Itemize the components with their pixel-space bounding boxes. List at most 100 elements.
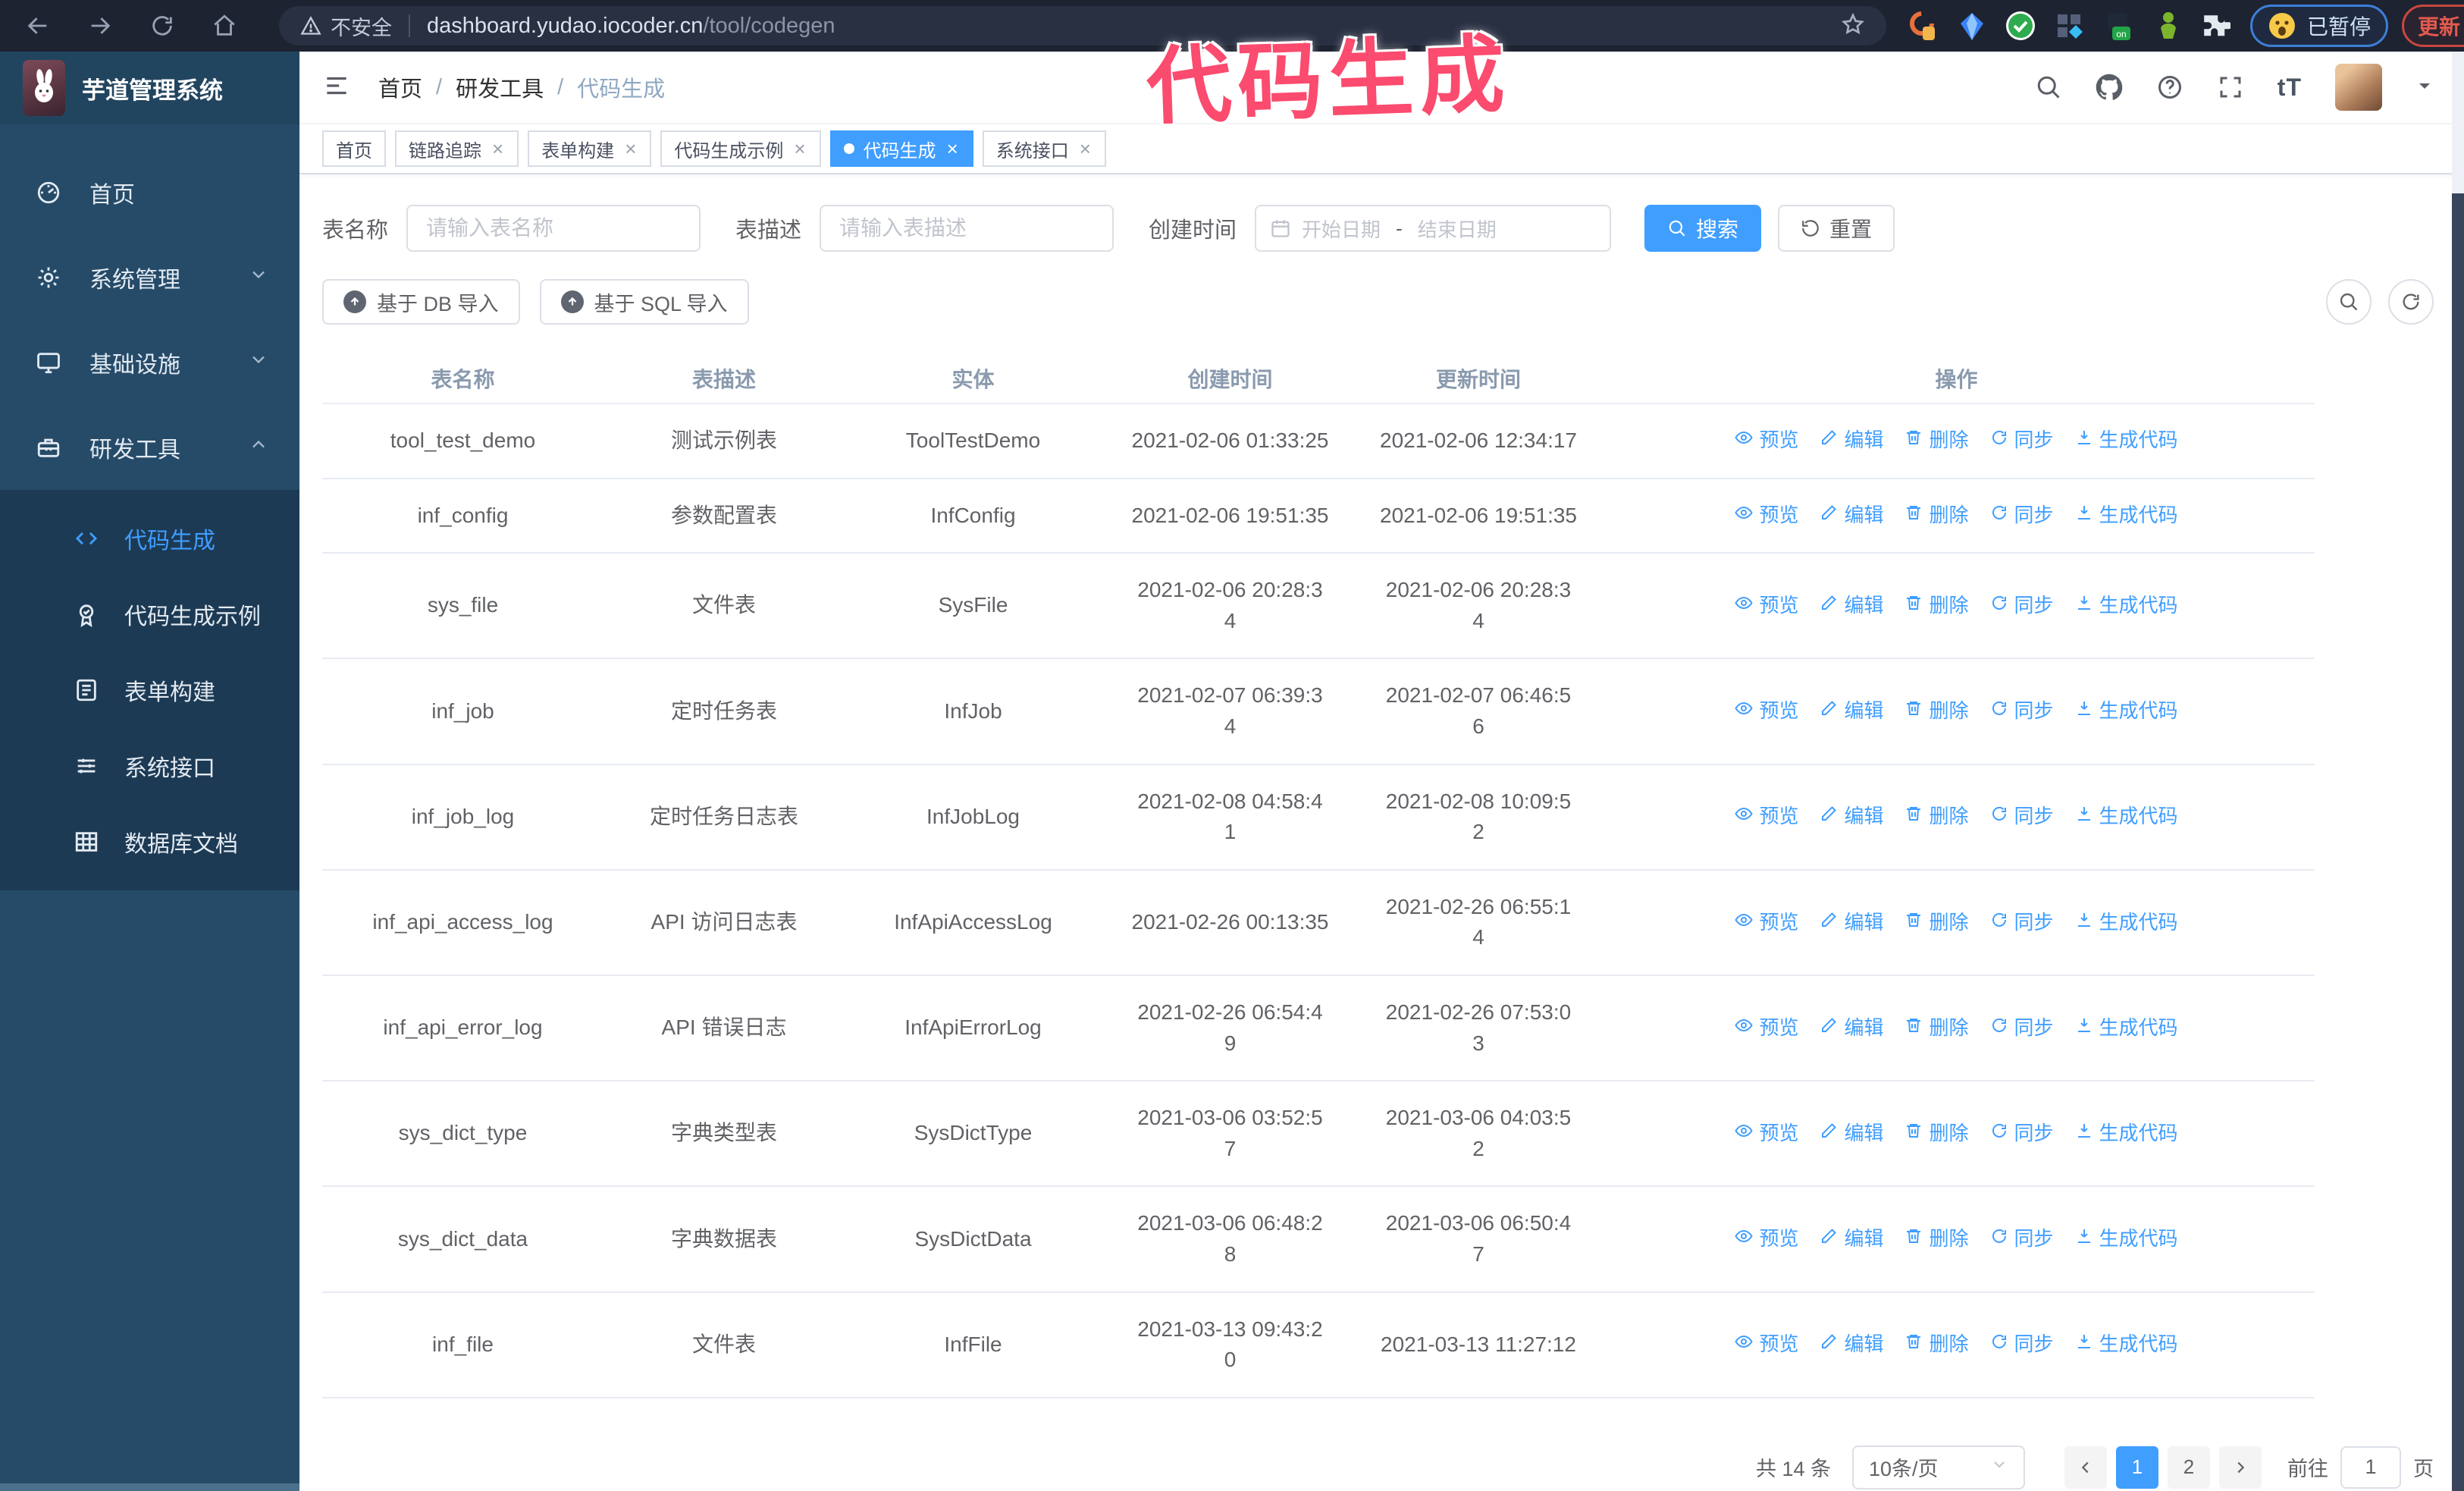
import-db-button[interactable]: 基于 DB 导入 bbox=[322, 279, 520, 325]
page-button[interactable]: 1 bbox=[2116, 1445, 2158, 1489]
ext-gem-icon[interactable] bbox=[1956, 10, 1988, 42]
action-delete-link[interactable]: 删除 bbox=[1904, 1014, 1969, 1043]
action-delete-link[interactable]: 删除 bbox=[1904, 1119, 1969, 1148]
not-secure-warning[interactable]: 不安全 bbox=[300, 11, 392, 41]
action-eye-link[interactable]: 预览 bbox=[1735, 426, 1798, 455]
action-download-link[interactable]: 生成代码 bbox=[2075, 592, 2178, 620]
action-delete-link[interactable]: 删除 bbox=[1904, 909, 1969, 937]
sidebar-subitem[interactable]: 表单构建 bbox=[0, 652, 299, 728]
sidebar-subitem[interactable]: 代码生成示例 bbox=[0, 576, 299, 652]
action-edit-link[interactable]: 编辑 bbox=[1820, 1225, 1883, 1254]
action-delete-link[interactable]: 删除 bbox=[1904, 1225, 1969, 1254]
reset-button[interactable]: 重置 bbox=[1778, 205, 1895, 252]
search-icon[interactable] bbox=[2035, 74, 2062, 101]
fullscreen-icon[interactable] bbox=[2217, 74, 2244, 101]
sidebar-subitem[interactable]: 系统接口 bbox=[0, 728, 299, 804]
address-bar[interactable]: 不安全 dashboard.yudao.iocoder.cn /tool/cod… bbox=[279, 6, 1886, 46]
breadcrumb-home[interactable]: 首页 bbox=[378, 71, 422, 103]
ext-orange-icon[interactable] bbox=[1908, 10, 1939, 42]
action-download-link[interactable]: 生成代码 bbox=[2075, 1119, 2178, 1148]
action-download-link[interactable]: 生成代码 bbox=[2075, 802, 2178, 831]
action-sync-link[interactable]: 同步 bbox=[1990, 1225, 2054, 1254]
action-eye-link[interactable]: 预览 bbox=[1735, 697, 1798, 726]
ext-on-badge-icon[interactable]: on bbox=[2102, 10, 2133, 42]
action-eye-link[interactable]: 预览 bbox=[1735, 1330, 1798, 1359]
sidebar-subitem[interactable]: 代码生成 bbox=[0, 501, 299, 576]
github-icon[interactable] bbox=[2096, 74, 2123, 101]
action-edit-link[interactable]: 编辑 bbox=[1820, 1119, 1883, 1148]
tab-item[interactable]: 首页 bbox=[322, 130, 386, 167]
action-sync-link[interactable]: 同步 bbox=[1990, 592, 2054, 620]
action-sync-link[interactable]: 同步 bbox=[1990, 1119, 2054, 1148]
logo-row[interactable]: 芋道管理系统 bbox=[0, 52, 299, 124]
action-eye-link[interactable]: 预览 bbox=[1735, 501, 1798, 530]
close-icon[interactable]: × bbox=[1078, 139, 1092, 159]
browser-forward-icon[interactable] bbox=[82, 8, 118, 44]
paused-badge[interactable]: 已暂停 bbox=[2250, 5, 2389, 47]
page-size-select[interactable]: 10条/页 bbox=[1852, 1445, 2025, 1489]
sidebar-item[interactable]: 系统管理 bbox=[0, 235, 299, 320]
action-edit-link[interactable]: 编辑 bbox=[1820, 592, 1883, 620]
help-icon[interactable] bbox=[2156, 74, 2183, 101]
tab-item[interactable]: 链路追踪 × bbox=[395, 130, 519, 167]
action-delete-link[interactable]: 删除 bbox=[1904, 592, 1969, 620]
prev-page-button[interactable] bbox=[2064, 1445, 2107, 1489]
action-sync-link[interactable]: 同步 bbox=[1990, 697, 2054, 726]
action-edit-link[interactable]: 编辑 bbox=[1820, 802, 1883, 831]
user-avatar[interactable] bbox=[2335, 64, 2382, 111]
action-edit-link[interactable]: 编辑 bbox=[1820, 1014, 1883, 1043]
action-edit-link[interactable]: 编辑 bbox=[1820, 909, 1883, 937]
font-size-icon[interactable]: tT bbox=[2277, 74, 2302, 102]
action-eye-link[interactable]: 预览 bbox=[1735, 802, 1798, 831]
action-sync-link[interactable]: 同步 bbox=[1990, 909, 2054, 937]
action-delete-link[interactable]: 删除 bbox=[1904, 802, 1969, 831]
action-download-link[interactable]: 生成代码 bbox=[2075, 1330, 2178, 1359]
action-edit-link[interactable]: 编辑 bbox=[1820, 501, 1883, 530]
window-scrollbar[interactable] bbox=[2452, 52, 2464, 1491]
sidebar-subitem[interactable]: 数据库文档 bbox=[0, 804, 299, 880]
ext-grid-icon[interactable] bbox=[2053, 10, 2085, 42]
browser-reload-icon[interactable] bbox=[144, 8, 180, 44]
action-sync-link[interactable]: 同步 bbox=[1990, 501, 2054, 530]
goto-page-input[interactable] bbox=[2340, 1445, 2401, 1489]
tab-item[interactable]: 表单构建 × bbox=[528, 130, 652, 167]
date-range-picker[interactable]: 开始日期 - 结束日期 bbox=[1255, 205, 1612, 252]
breadcrumb-dev-tools[interactable]: 研发工具 bbox=[456, 71, 544, 103]
page-button[interactable]: 2 bbox=[2168, 1445, 2210, 1489]
action-sync-link[interactable]: 同步 bbox=[1990, 1014, 2054, 1043]
action-delete-link[interactable]: 删除 bbox=[1904, 501, 1969, 530]
update-button[interactable]: 更新 ⋮ bbox=[2402, 5, 2464, 47]
sidebar-item[interactable]: 基础设施 bbox=[0, 320, 299, 405]
action-eye-link[interactable]: 预览 bbox=[1735, 1014, 1798, 1043]
extensions-puzzle-icon[interactable] bbox=[2199, 10, 2233, 42]
action-delete-link[interactable]: 删除 bbox=[1904, 697, 1969, 726]
toggle-search-button[interactable] bbox=[2326, 279, 2372, 325]
action-eye-link[interactable]: 预览 bbox=[1735, 1225, 1798, 1254]
tab-item[interactable]: 代码生成示例 × bbox=[660, 130, 821, 167]
action-edit-link[interactable]: 编辑 bbox=[1820, 426, 1883, 455]
avatar-caret-down-icon[interactable] bbox=[2415, 77, 2434, 99]
sidebar-bottom-scrollbar[interactable] bbox=[0, 1483, 299, 1491]
action-download-link[interactable]: 生成代码 bbox=[2075, 501, 2178, 530]
bookmark-star-icon[interactable] bbox=[1841, 12, 1865, 40]
action-sync-link[interactable]: 同步 bbox=[1990, 802, 2054, 831]
action-download-link[interactable]: 生成代码 bbox=[2075, 1225, 2178, 1254]
action-eye-link[interactable]: 预览 bbox=[1735, 1119, 1798, 1148]
action-delete-link[interactable]: 删除 bbox=[1904, 1330, 1969, 1359]
close-icon[interactable]: × bbox=[945, 139, 960, 159]
table-desc-input[interactable] bbox=[820, 205, 1114, 252]
action-edit-link[interactable]: 编辑 bbox=[1820, 1330, 1883, 1359]
sidebar-item[interactable]: 研发工具 bbox=[0, 405, 299, 490]
action-delete-link[interactable]: 删除 bbox=[1904, 426, 1969, 455]
action-sync-link[interactable]: 同步 bbox=[1990, 426, 2054, 455]
import-sql-button[interactable]: 基于 SQL 导入 bbox=[539, 279, 749, 325]
ext-check-icon[interactable] bbox=[2005, 10, 2036, 42]
tab-item[interactable]: 代码生成 × bbox=[829, 130, 973, 167]
browser-home-icon[interactable] bbox=[206, 8, 243, 44]
table-name-input[interactable] bbox=[406, 205, 701, 252]
sidebar-item[interactable]: 首页 bbox=[0, 150, 299, 235]
action-download-link[interactable]: 生成代码 bbox=[2075, 1014, 2178, 1043]
action-download-link[interactable]: 生成代码 bbox=[2075, 426, 2178, 455]
action-edit-link[interactable]: 编辑 bbox=[1820, 697, 1883, 726]
action-download-link[interactable]: 生成代码 bbox=[2075, 909, 2178, 937]
